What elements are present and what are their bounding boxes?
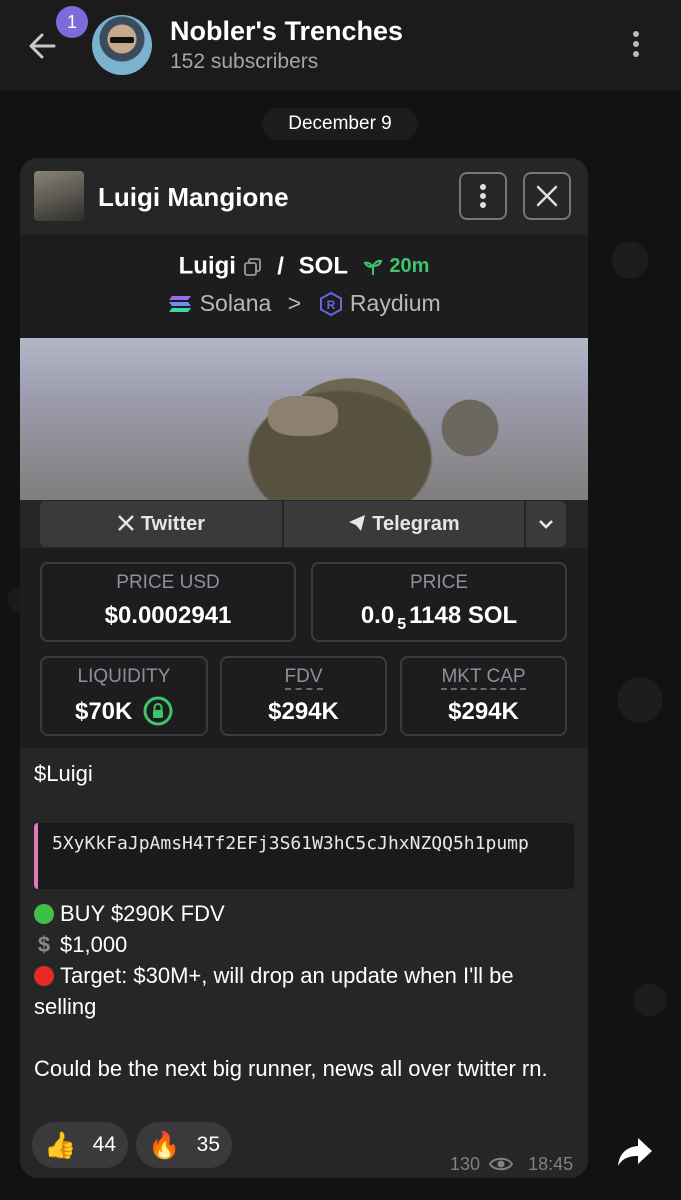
pair-separator: / bbox=[277, 252, 284, 280]
more-vertical-icon[interactable] bbox=[622, 26, 650, 62]
dex-name: Raydium bbox=[349, 290, 441, 316]
target-text: Target: $30M+, will drop an update when … bbox=[34, 963, 514, 1019]
pair-quote: SOL bbox=[298, 252, 348, 280]
fdv-label: FDV bbox=[284, 666, 323, 690]
pair-line: Luigi / SOL 20m bbox=[20, 252, 588, 281]
price-sol-label: PRICE bbox=[409, 572, 469, 593]
token-stats: PRICE USD $0.0002941 PRICE 0.0 5 1148 SOL … bbox=[20, 548, 588, 748]
fire-icon: 🔥 bbox=[148, 1130, 181, 1160]
twitter-link[interactable]: Twitter bbox=[40, 501, 282, 547]
chat-header: 1 Nobler's Trenches 152 subscribers bbox=[0, 0, 681, 90]
message-bubble: Luigi Mangione Luigi / SOL 20m Solana > … bbox=[20, 158, 588, 1178]
reaction-count: 44 bbox=[92, 1133, 116, 1156]
liquidity-stat: LIQUIDITY $70K bbox=[40, 656, 208, 736]
liquidity-label: LIQUIDITY bbox=[77, 666, 171, 687]
price-sol-prefix: 0.0 bbox=[360, 602, 395, 629]
seedling-icon bbox=[363, 259, 382, 275]
card-header: Luigi Mangione bbox=[20, 158, 588, 234]
red-circle-icon bbox=[34, 966, 54, 986]
price-sol-suffix: 1148 SOL bbox=[409, 602, 518, 629]
twitter-label: Twitter bbox=[140, 513, 206, 535]
raydium-icon: R bbox=[319, 291, 342, 317]
token-thumbnail bbox=[34, 171, 84, 221]
pair-base: Luigi bbox=[178, 252, 236, 280]
share-forward-icon[interactable] bbox=[612, 1128, 658, 1174]
reaction-thumbs-up[interactable]: 👍 44 bbox=[32, 1122, 128, 1168]
buy-text: BUY $290K FDV bbox=[60, 901, 225, 926]
buy-line: BUY $290K FDV bbox=[34, 898, 579, 929]
amount-line: $ $1,000 bbox=[34, 929, 579, 960]
back-arrow-icon[interactable] bbox=[24, 26, 64, 66]
solana-icon bbox=[169, 296, 192, 312]
subscriber-count: 152 subscribers bbox=[170, 50, 319, 73]
pair-info: Luigi / SOL 20m Solana > R Raydium bbox=[20, 234, 588, 338]
chain-name: Solana bbox=[199, 290, 272, 316]
liquidity-value: $70K bbox=[74, 698, 133, 725]
lock-icon bbox=[143, 696, 173, 726]
reaction-count: 35 bbox=[196, 1133, 220, 1156]
pair-age: 20m bbox=[389, 255, 430, 278]
channel-avatar[interactable] bbox=[92, 15, 152, 75]
price-usd-stat: PRICE USD $0.0002941 bbox=[40, 562, 296, 642]
liquidity-value-row: $70K bbox=[42, 696, 206, 726]
price-sol-subscript: 5 bbox=[397, 615, 407, 633]
closing-line: Could be the next big runner, news all o… bbox=[34, 1056, 548, 1081]
channel-title[interactable]: Nobler's Trenches bbox=[170, 16, 403, 47]
fdv-stat: FDV $294K bbox=[220, 656, 387, 736]
green-circle-icon bbox=[34, 904, 54, 924]
chain-line: Solana > R Raydium bbox=[20, 290, 588, 317]
price-usd-label: PRICE USD bbox=[116, 572, 220, 593]
eye-icon bbox=[488, 1157, 514, 1171]
thumbs-up-icon: 👍 bbox=[44, 1130, 77, 1160]
chain-separator: > bbox=[287, 290, 302, 316]
mktcap-label: MKT CAP bbox=[441, 666, 526, 690]
telegram-link[interactable]: Telegram bbox=[284, 501, 524, 547]
dollar-icon: $ bbox=[37, 932, 51, 957]
target-line: Target: $30M+, will drop an update when … bbox=[34, 960, 579, 1022]
message-time: 18:45 bbox=[528, 1154, 574, 1174]
links-expand-button[interactable] bbox=[526, 501, 566, 547]
date-separator: December 9 bbox=[262, 108, 418, 140]
message-ticker: $Luigi bbox=[34, 761, 93, 786]
token-banner-image bbox=[20, 338, 588, 500]
telegram-icon bbox=[349, 515, 366, 531]
links-bar: Twitter Telegram bbox=[40, 501, 566, 547]
amount-text: $1,000 bbox=[60, 932, 128, 957]
price-usd-value: $0.0002941 bbox=[104, 602, 232, 629]
view-count: 130 bbox=[450, 1154, 481, 1174]
chevron-down-icon bbox=[539, 520, 553, 529]
more-vertical-icon bbox=[480, 184, 486, 208]
contract-address-code[interactable]: 5XyKkFaJpAmsH4Tf2EFj3S61W3hC5cJhxNZQQ5h1… bbox=[34, 823, 574, 889]
mktcap-value: $294K bbox=[448, 698, 519, 725]
banner-face bbox=[268, 396, 338, 436]
fdv-value: $294K bbox=[268, 698, 339, 725]
card-title: Luigi Mangione bbox=[98, 182, 289, 212]
message-lines: BUY $290K FDV $ $1,000 Target: $30M+, wil… bbox=[34, 898, 579, 1084]
close-icon bbox=[536, 185, 558, 207]
mktcap-stat: MKT CAP $294K bbox=[400, 656, 567, 736]
svg-text:R: R bbox=[326, 298, 335, 312]
card-close-button[interactable] bbox=[523, 172, 571, 220]
unread-badge: 1 bbox=[56, 6, 88, 38]
price-sol-stat: PRICE 0.0 5 1148 SOL bbox=[311, 562, 567, 642]
card-menu-button[interactable] bbox=[459, 172, 507, 220]
copy-icon[interactable] bbox=[243, 257, 263, 277]
price-sol-value: 0.0 5 1148 SOL bbox=[313, 602, 565, 634]
reaction-fire[interactable]: 🔥 35 bbox=[136, 1122, 232, 1168]
telegram-label: Telegram bbox=[372, 513, 460, 535]
message-meta: 130 18:45 bbox=[450, 1154, 573, 1175]
x-logo-icon bbox=[118, 515, 134, 531]
